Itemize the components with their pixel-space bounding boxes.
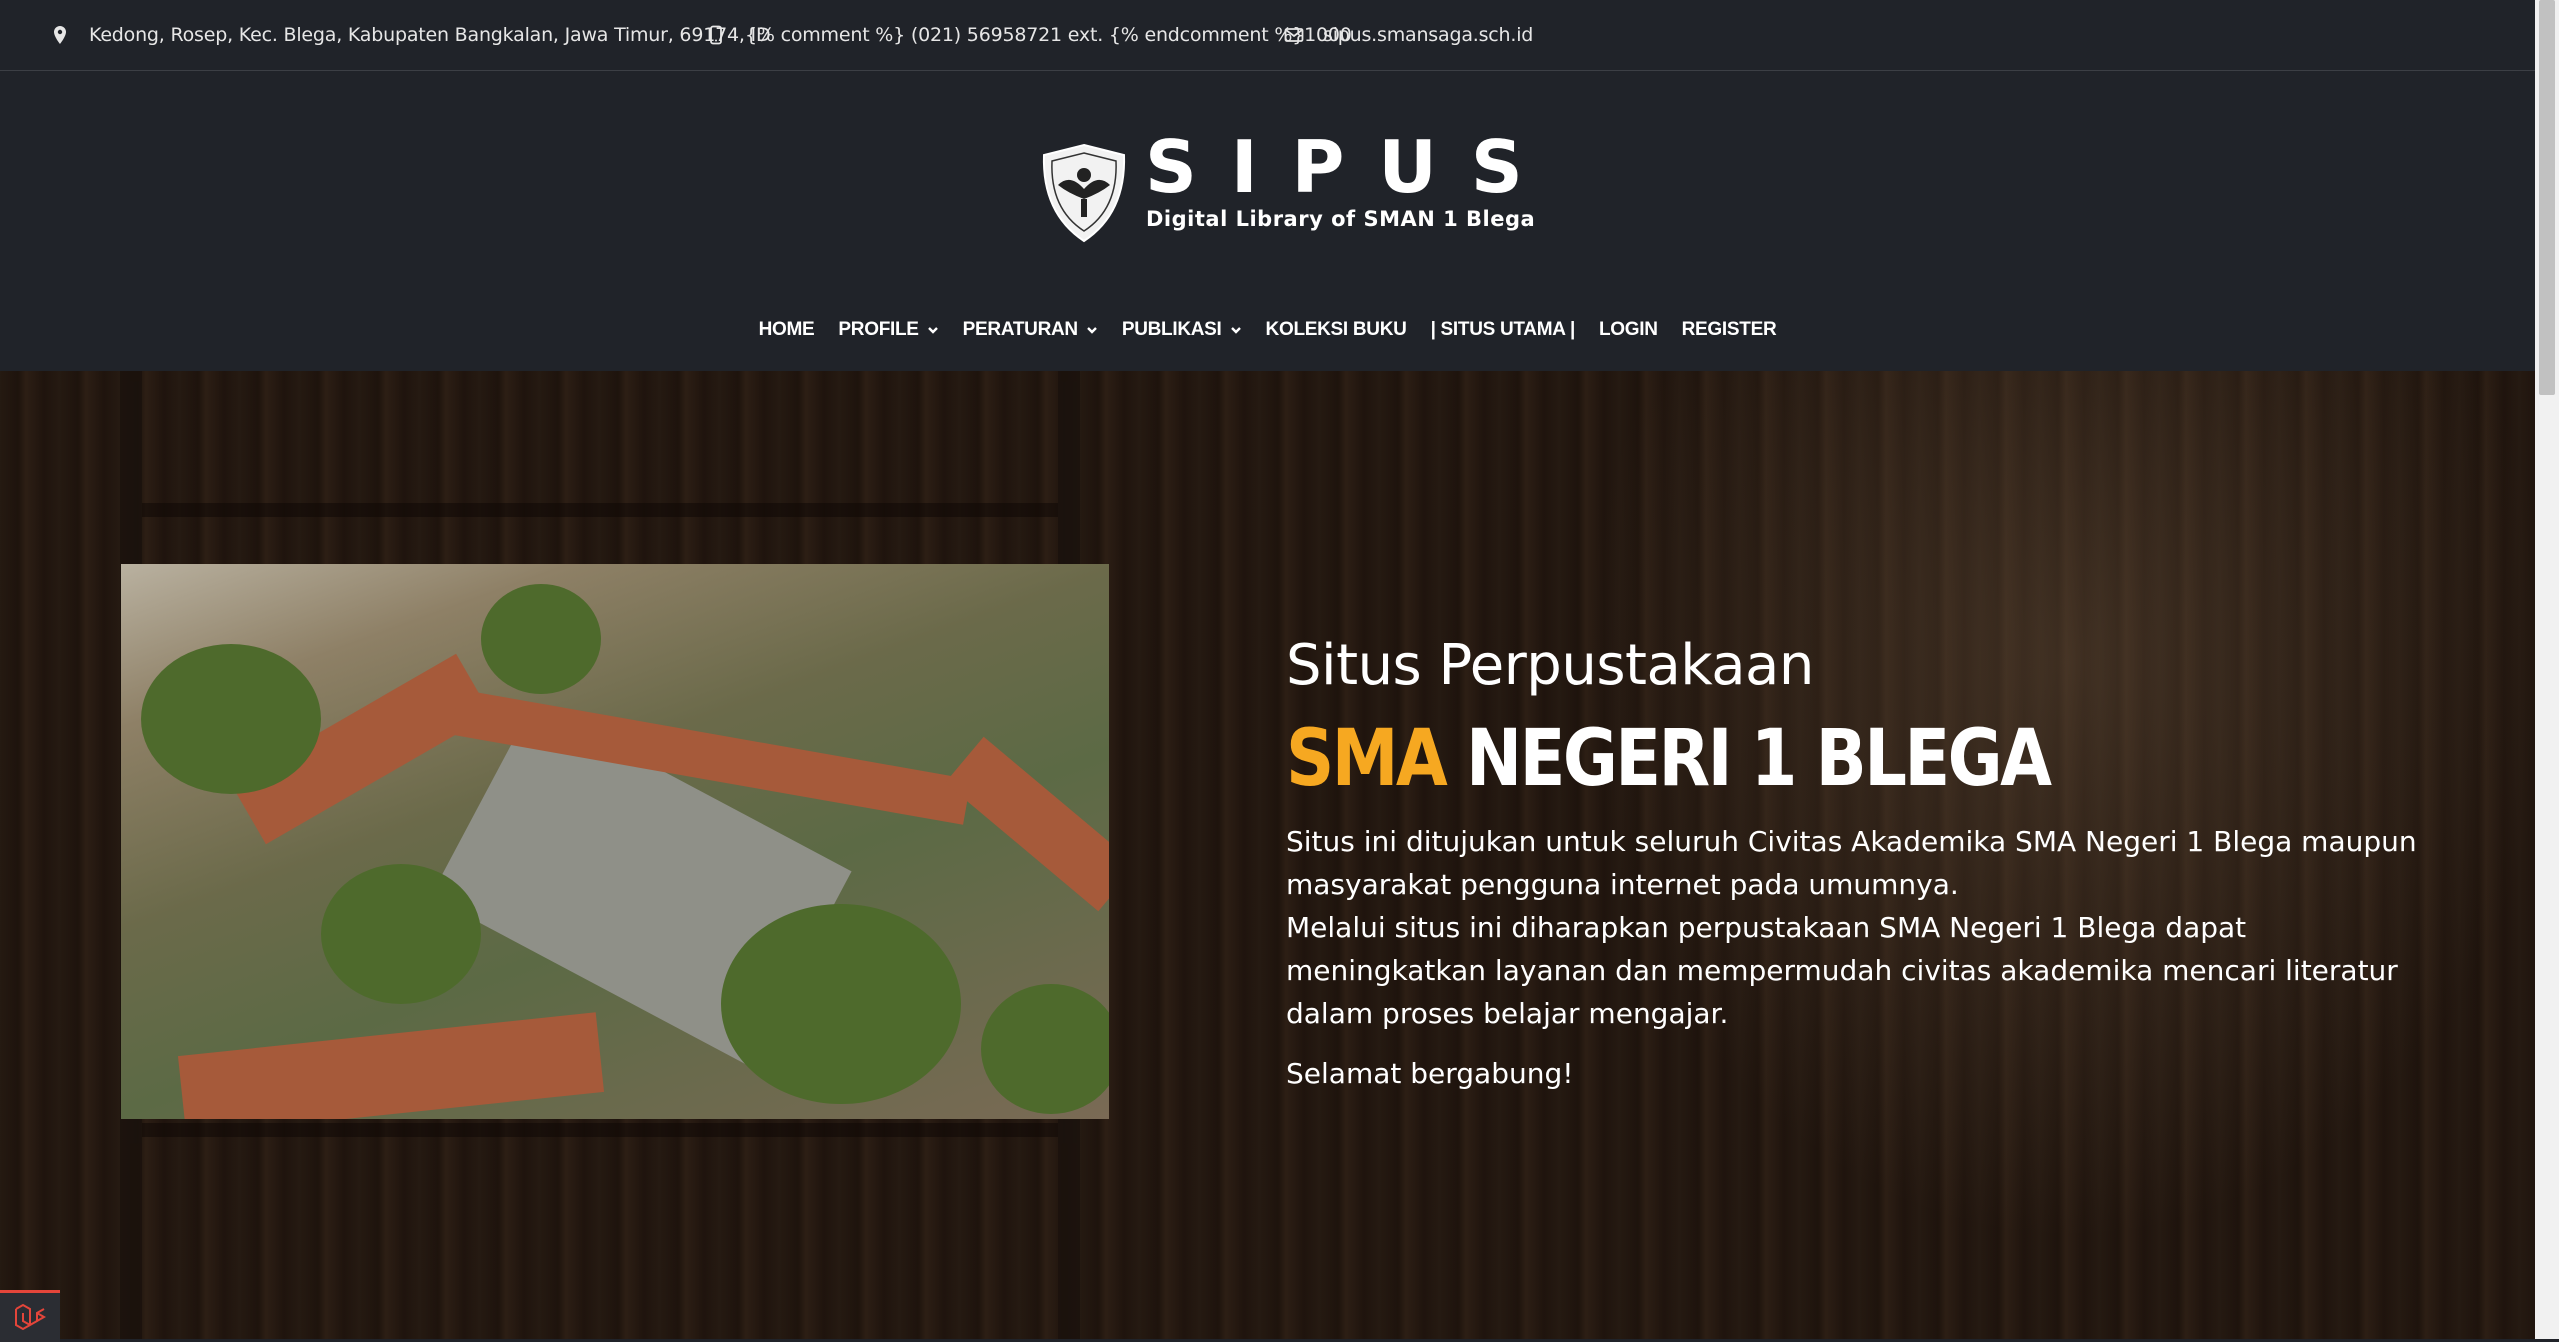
laravel-debug-badge[interactable] [0,1290,60,1342]
nav-home[interactable]: HOME [747,319,827,341]
email-text[interactable]: sipus.smansaga.sch.id [1323,24,1533,46]
nav-publikasi[interactable]: PUBLIKASI [1110,319,1254,341]
chevron-down-icon [1086,327,1097,334]
video-scene-tree [981,984,1109,1114]
nav-peraturan[interactable]: PERATURAN [951,319,1110,341]
school-emblem-icon [1042,143,1126,243]
address-text: Kedong, Rosep, Kec. Blega, Kabupaten Ban… [89,24,771,46]
brand-tagline: Digital Library of SMAN 1 Blega [1146,207,1536,231]
phone-item: {% comment %} (021) 56958721 ext. {% end… [706,24,1352,46]
hero-subtitle: Situs Perpustakaan [1286,633,1814,698]
video-scene-tree [721,904,961,1104]
hero-title-accent: SMA [1286,714,1448,804]
scrollbar-thumb[interactable] [2539,0,2555,395]
nav-register[interactable]: REGISTER [1670,319,1789,341]
hero-title-rest: NEGERI 1 BLEGA [1466,714,2052,804]
email-item[interactable]: sipus.smansaga.sch.id [1284,24,1533,46]
nav-login[interactable]: LOGIN [1587,319,1670,341]
envelope-icon [1284,28,1304,42]
brand-name: SIPUS [1145,125,1557,209]
hero-description-1: Situs ini ditujukan untuk seluruh Civita… [1286,825,2417,901]
video-scene-roof [177,1012,605,1119]
phone-icon [710,25,722,45]
address-item: Kedong, Rosep, Kec. Blega, Kabupaten Ban… [50,24,771,46]
video-scene-tree [481,584,601,694]
chevron-down-icon [1230,327,1241,334]
nav-situs-utama[interactable]: | SITUS UTAMA | [1419,319,1587,341]
school-video[interactable] [121,564,1109,1119]
main-nav: HOME PROFILE PERATURAN PUBLIKASI KOLEKSI… [0,319,2535,341]
video-scene-tree [321,864,481,1004]
video-scene-roof [945,736,1109,912]
hero-greeting: Selamat bergabung! [1286,1057,1574,1090]
hero-description: Situs ini ditujukan untuk seluruh Civita… [1286,820,2446,1035]
site-header: SIPUS Digital Library of SMAN 1 Blega HO… [0,71,2535,371]
hero-text: Situs Perpustakaan SMA NEGERI 1 BLEGA Si… [1286,630,2446,1090]
nav-koleksi-buku[interactable]: KOLEKSI BUKU [1254,319,1419,341]
phone-text: {% comment %} (021) 56958721 ext. {% end… [745,24,1352,46]
hero-title: SMA NEGERI 1 BLEGA [1286,716,2284,802]
map-pin-icon [54,26,66,44]
top-info-bar: Kedong, Rosep, Kec. Blega, Kabupaten Ban… [0,0,2535,71]
chevron-down-icon [927,327,938,334]
video-scene-tree [141,644,321,794]
laravel-icon [15,1303,47,1330]
hero-description-2: Melalui situs ini diharapkan perpustakaa… [1286,911,2398,1030]
page-scrollbar[interactable] [2535,0,2559,1339]
nav-profile[interactable]: PROFILE [826,319,950,341]
site-logo[interactable]: SIPUS Digital Library of SMAN 1 Blega [1040,131,1535,249]
